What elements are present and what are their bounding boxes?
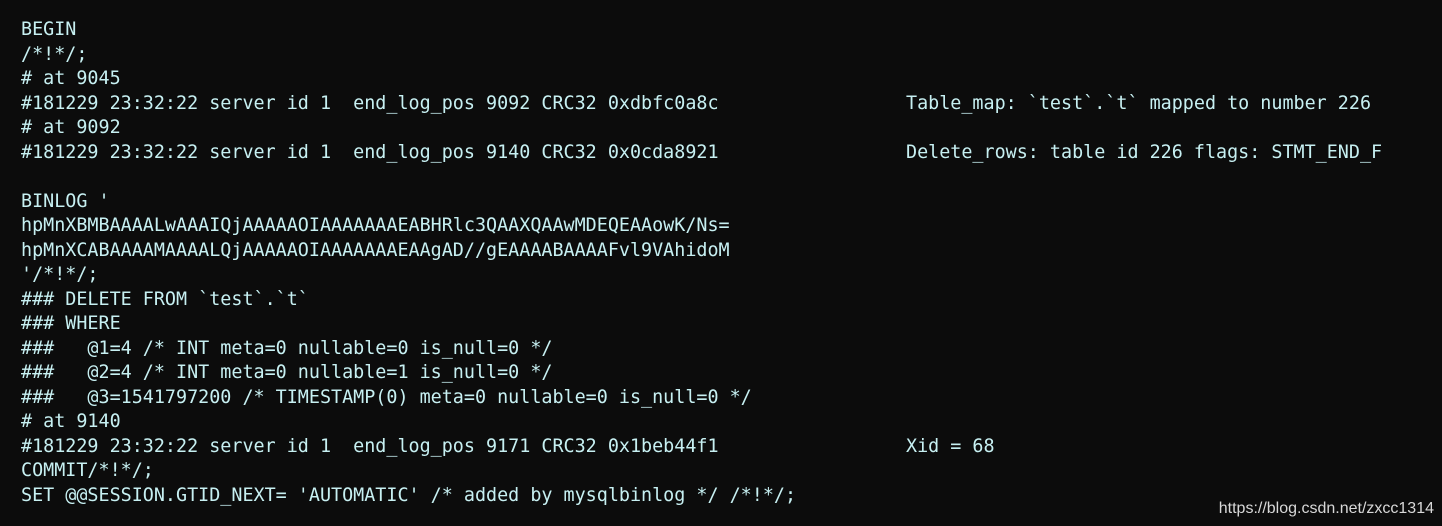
terminal-line: ### @3=1541797200 /* TIMESTAMP(0) meta=0… — [18, 386, 1438, 411]
line-text: #181229 23:32:22 server id 1 end_log_pos… — [21, 435, 719, 457]
line-text: # at 9045 — [21, 68, 121, 89]
terminal-line: hpMnXCABAAAAMAAAALQjAAAAAOIAAAAAAAEAAgAD… — [18, 239, 1438, 264]
line-text: BEGIN — [21, 19, 77, 40]
line-text: ### @1=4 /* INT meta=0 nullable=0 is_nul… — [21, 337, 553, 359]
terminal-line: /*!*/; — [18, 43, 1438, 68]
line-text: BINLOG ' — [21, 190, 110, 212]
line-text: ### @2=4 /* INT meta=0 nullable=1 is_nul… — [21, 362, 553, 383]
line-text: hpMnXCABAAAAMAAAALQjAAAAAOIAAAAAAAEAAgAD… — [21, 239, 730, 261]
terminal-line: ### WHERE — [18, 312, 1438, 337]
watermark-url: https://blog.csdn.net/zxcc1314 — [1218, 500, 1434, 517]
terminal-line: ### @2=4 /* INT meta=0 nullable=1 is_nul… — [18, 361, 1438, 386]
line-text: SET @@SESSION.GTID_NEXT= 'AUTOMATIC' /* … — [21, 484, 797, 506]
line-text: ### WHERE — [21, 313, 121, 334]
line-text: '/*!*/; — [21, 264, 99, 285]
line-text: # at 9092 — [21, 117, 121, 138]
line-event-text: Table_map: `test`.`t` mapped to number 2… — [906, 92, 1372, 114]
terminal-output: BEGIN /*!*/; # at 9045 #181229 23:32:22 … — [18, 18, 1438, 508]
terminal-line: #181229 23:32:22 server id 1 end_log_pos… — [18, 141, 1438, 166]
line-text: # at 9140 — [21, 411, 121, 432]
line-text: hpMnXBMBAAAALwAAAIQjAAAAAOIAAAAAAAEABHRl… — [21, 215, 730, 236]
line-text: /*!*/; — [21, 43, 88, 65]
line-event-text: Delete_rows: table id 226 flags: STMT_EN… — [906, 141, 1383, 163]
terminal-line: # at 9140 — [18, 410, 1438, 435]
line-event-text: Xid = 68 — [906, 435, 995, 457]
terminal-line: #181229 23:32:22 server id 1 end_log_pos… — [18, 435, 1438, 460]
line-text: #181229 23:32:22 server id 1 end_log_pos… — [21, 141, 719, 163]
terminal-line: ### @1=4 /* INT meta=0 nullable=0 is_nul… — [18, 337, 1438, 362]
terminal-line: BINLOG ' — [18, 190, 1438, 215]
terminal-window: BEGIN /*!*/; # at 9045 #181229 23:32:22 … — [0, 0, 1442, 526]
terminal-line: ### DELETE FROM `test`.`t` — [18, 288, 1438, 313]
terminal-line: #181229 23:32:22 server id 1 end_log_pos… — [18, 92, 1438, 117]
line-text: #181229 23:32:22 server id 1 end_log_pos… — [21, 92, 719, 114]
terminal-line: '/*!*/; — [18, 263, 1438, 288]
terminal-line: # at 9045 — [18, 67, 1438, 92]
terminal-line: BEGIN — [18, 18, 1438, 43]
terminal-line: # at 9092 — [18, 116, 1438, 141]
line-text: COMMIT/*!*/; — [21, 460, 154, 481]
line-text: ### @3=1541797200 /* TIMESTAMP(0) meta=0… — [21, 386, 752, 408]
line-text: ### DELETE FROM `test`.`t` — [21, 288, 309, 310]
terminal-line: COMMIT/*!*/; — [18, 459, 1438, 484]
terminal-line: hpMnXBMBAAAALwAAAIQjAAAAAOIAAAAAAAEABHRl… — [18, 214, 1438, 239]
